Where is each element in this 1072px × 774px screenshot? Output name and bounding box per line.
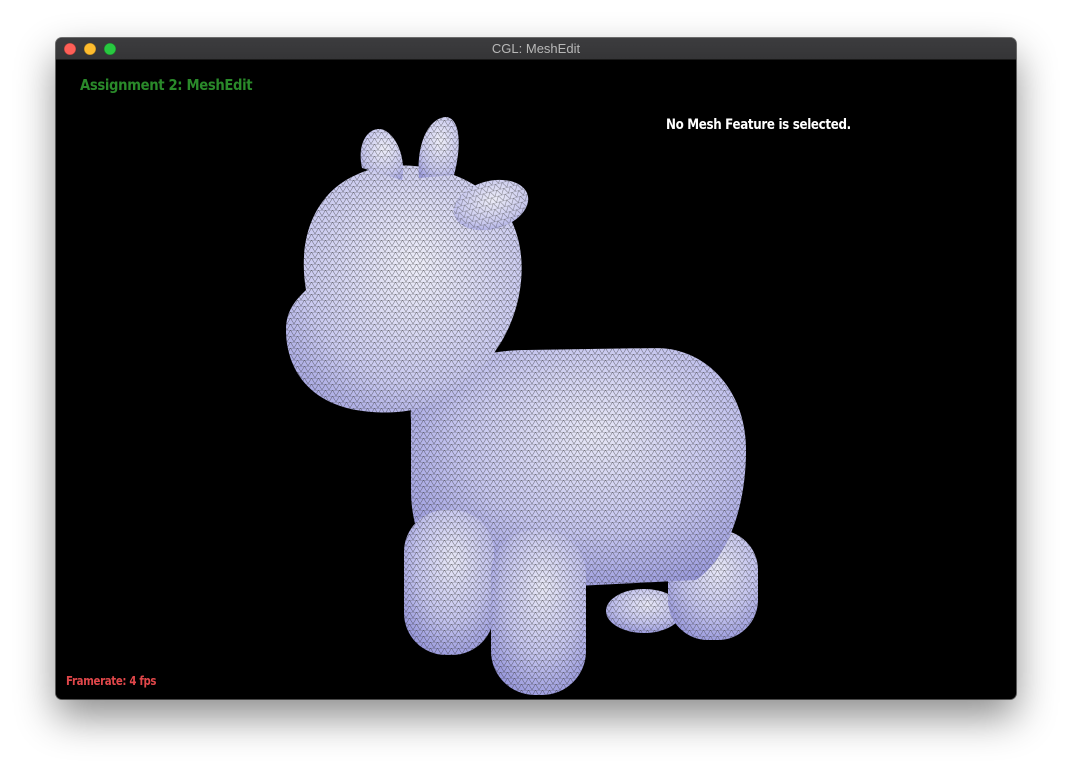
app-window: CGL: MeshEdit Assignment 2: MeshEdit No …: [56, 38, 1016, 699]
cow-body-parts: [286, 117, 758, 695]
window-title: CGL: MeshEdit: [491, 41, 581, 56]
assignment-title: Assignment 2: MeshEdit: [80, 76, 253, 94]
framerate-readout: Framerate: 4 fps: [66, 674, 157, 688]
render-viewport[interactable]: Assignment 2: MeshEdit No Mesh Feature i…: [56, 60, 1016, 699]
cow-mesh[interactable]: [56, 60, 1016, 699]
selection-status: No Mesh Feature is selected.: [666, 117, 851, 133]
title-bar[interactable]: CGL: MeshEdit: [56, 38, 1016, 60]
